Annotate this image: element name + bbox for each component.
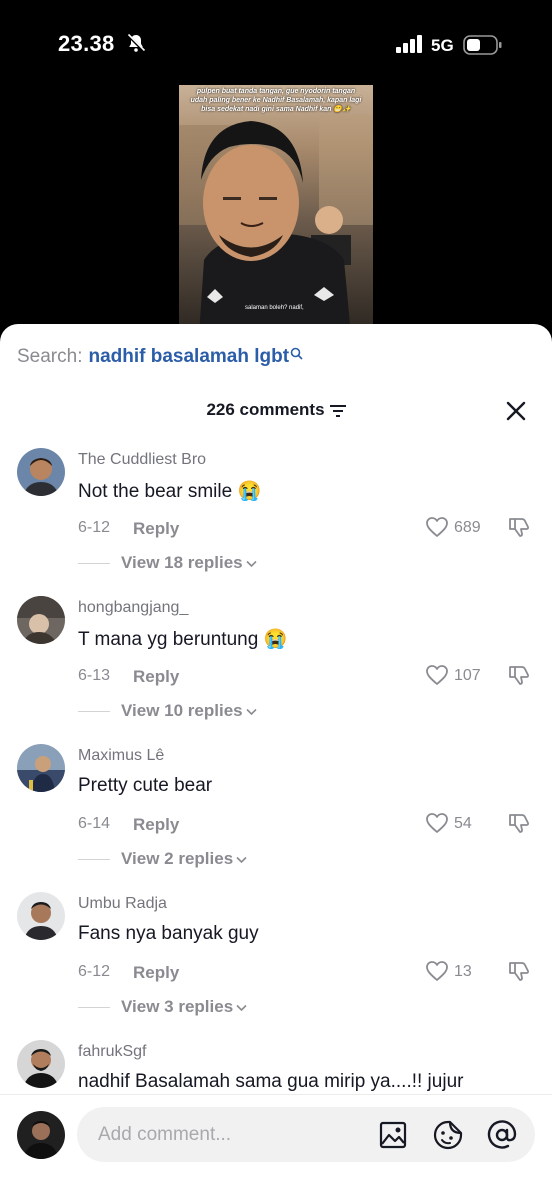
image-icon[interactable] xyxy=(378,1120,408,1150)
heart-icon[interactable] xyxy=(425,516,449,538)
comments-sheet: Search: nadhif basalamah lgbt 226 comment… xyxy=(0,324,552,1200)
video-subtitle: salaman boleh? nadif, xyxy=(245,305,304,311)
comment-item: Maximus Lê Pretty cute bear 6-14 Reply 5… xyxy=(0,744,552,892)
avatar[interactable] xyxy=(17,1040,65,1088)
comment-item: fahrukSgf nadhif Basalamah sama gua miri… xyxy=(0,1040,552,1094)
search-icon xyxy=(290,347,303,360)
reply-button[interactable]: Reply xyxy=(133,815,179,835)
network-type: 5G xyxy=(431,36,454,55)
video-area: pulpen buat tanda tangan, gue nyodorin t… xyxy=(0,70,552,340)
avatar[interactable] xyxy=(17,892,65,940)
replies-divider xyxy=(78,563,110,564)
comment-username[interactable]: Umbu Radja xyxy=(78,895,167,913)
heart-icon[interactable] xyxy=(425,664,449,686)
video-person-image xyxy=(179,115,373,335)
battery-icon xyxy=(463,35,502,55)
comments-header: 226 comments xyxy=(0,400,552,420)
mention-icon[interactable] xyxy=(486,1119,518,1151)
chevron-down-icon xyxy=(236,856,247,863)
avatar[interactable] xyxy=(17,448,65,496)
reply-button[interactable]: Reply xyxy=(133,667,179,687)
close-icon[interactable] xyxy=(503,398,529,424)
comment-date: 6-13 xyxy=(78,667,111,684)
comment-date: 6-14 xyxy=(78,815,111,832)
replies-divider xyxy=(78,859,110,860)
view-replies-label: View 3 replies xyxy=(121,997,234,1016)
replies-divider xyxy=(78,711,110,712)
current-user-avatar[interactable] xyxy=(17,1111,65,1159)
reply-button[interactable]: Reply xyxy=(133,519,179,539)
comment-date: 6-12 xyxy=(78,963,111,980)
comment-date: 6-12 xyxy=(78,519,111,536)
thumbs-down-icon[interactable] xyxy=(507,663,531,687)
comment-username[interactable]: The Cuddliest Bro xyxy=(78,451,206,469)
comment-item: Umbu Radja Fans nya banyak guy 6-12 Repl… xyxy=(0,892,552,1040)
like-count: 689 xyxy=(454,519,481,536)
comment-text: Fans nya banyak guy xyxy=(78,923,259,944)
comment-text: T mana yg beruntung 😭 xyxy=(78,629,288,650)
thumbs-down-icon[interactable] xyxy=(507,959,531,983)
comment-composer xyxy=(0,1094,552,1201)
view-replies-label: View 2 replies xyxy=(121,849,234,868)
search-label: Search: xyxy=(17,346,83,367)
comment-text: Pretty cute bear xyxy=(78,775,213,796)
video-thumbnail[interactable]: pulpen buat tanda tangan, gue nyodorin t… xyxy=(179,85,373,335)
comment-item: hongbangjang_ T mana yg beruntung 😭 6-13… xyxy=(0,596,552,744)
search-suggestion[interactable]: Search: nadhif basalamah lgbt xyxy=(17,346,303,368)
view-replies-label: View 18 replies xyxy=(121,553,243,572)
thumbs-down-icon[interactable] xyxy=(507,515,531,539)
comment-username[interactable]: Maximus Lê xyxy=(78,747,164,765)
add-comment-input[interactable] xyxy=(77,1107,535,1162)
comment-text: nadhif Basalamah sama gua mirip ya....!!… xyxy=(78,1071,464,1092)
chevron-down-icon xyxy=(246,708,257,715)
signal-icon xyxy=(396,35,422,53)
avatar[interactable] xyxy=(17,744,65,792)
video-caption: pulpen buat tanda tangan, gue nyodorin t… xyxy=(190,88,362,113)
like-count: 107 xyxy=(454,667,481,684)
chevron-down-icon xyxy=(246,560,257,567)
comment-username[interactable]: hongbangjang_ xyxy=(78,599,188,617)
reply-button[interactable]: Reply xyxy=(133,963,179,983)
status-time: 23.38 xyxy=(58,31,115,56)
view-replies-button[interactable]: View 2 replies xyxy=(121,849,247,869)
view-replies-button[interactable]: View 18 replies xyxy=(121,553,257,573)
comment-username[interactable]: fahrukSgf xyxy=(78,1043,146,1061)
like-count: 13 xyxy=(454,963,472,980)
comments-count: 226 comments xyxy=(206,400,325,419)
chevron-down-icon xyxy=(236,1004,247,1011)
view-replies-button[interactable]: View 10 replies xyxy=(121,701,257,721)
search-query[interactable]: nadhif basalamah lgbt xyxy=(88,346,289,367)
comment-item: The Cuddliest Bro Not the bear smile 😭 6… xyxy=(0,448,552,596)
sort-filter-icon[interactable] xyxy=(329,404,346,417)
replies-divider xyxy=(78,1007,110,1008)
avatar[interactable] xyxy=(17,596,65,644)
comment-text: Not the bear smile 😭 xyxy=(78,481,262,502)
bell-slash-icon xyxy=(126,33,146,53)
like-count: 54 xyxy=(454,815,472,832)
view-replies-button[interactable]: View 3 replies xyxy=(121,997,247,1017)
emoji-sticker-icon[interactable] xyxy=(432,1119,464,1151)
view-replies-label: View 10 replies xyxy=(121,701,243,720)
thumbs-down-icon[interactable] xyxy=(507,811,531,835)
heart-icon[interactable] xyxy=(425,960,449,982)
heart-icon[interactable] xyxy=(425,812,449,834)
